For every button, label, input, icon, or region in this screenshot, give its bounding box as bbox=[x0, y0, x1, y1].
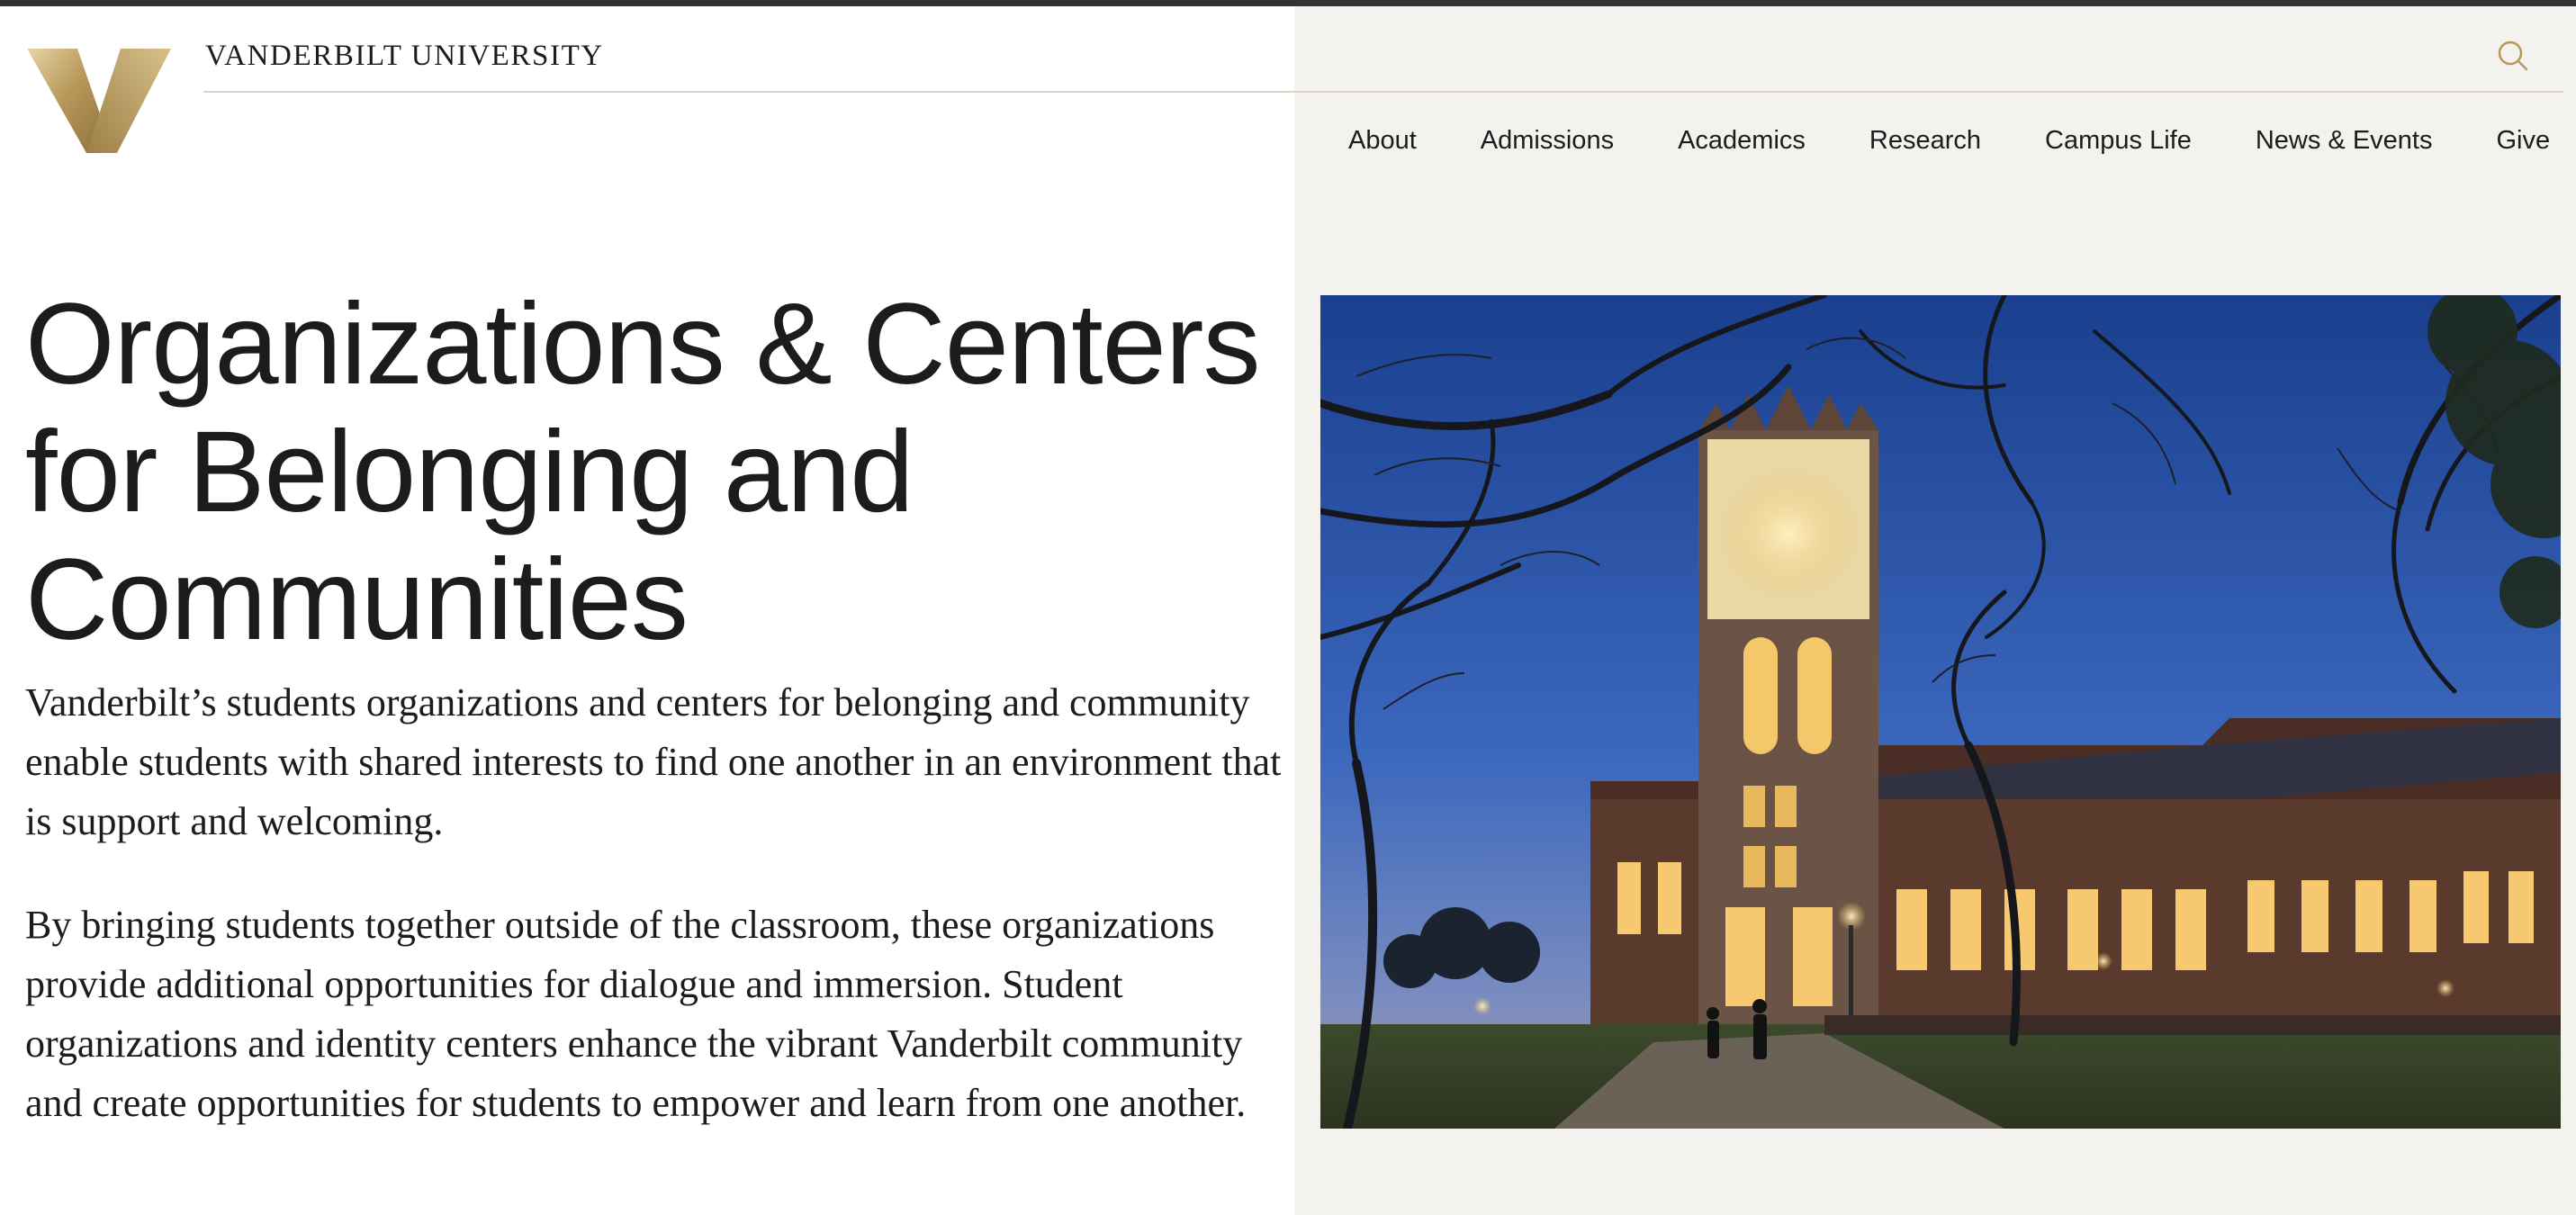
page-title: Organizations & Centers for Belonging an… bbox=[25, 281, 1294, 664]
nav-item-campus-life[interactable]: Campus Life bbox=[2045, 122, 2192, 158]
page-title-line: Organizations & Centers bbox=[25, 280, 1260, 409]
main-nav: About Admissions Academics Research Camp… bbox=[1348, 122, 2550, 158]
page-title-line: Communities bbox=[25, 536, 689, 664]
nav-item-admissions[interactable]: Admissions bbox=[1481, 122, 1614, 158]
university-wordmark[interactable]: VANDERBILT UNIVERSITY bbox=[205, 40, 604, 73]
intro-text: Vanderbilt’s students organizations and … bbox=[25, 673, 1285, 1177]
hero-image bbox=[1320, 295, 2561, 1129]
nav-item-about[interactable]: About bbox=[1348, 122, 1417, 158]
search-icon[interactable] bbox=[2495, 38, 2531, 74]
nav-item-academics[interactable]: Academics bbox=[1678, 122, 1806, 158]
nav-item-research[interactable]: Research bbox=[1869, 122, 1981, 158]
header-divider bbox=[203, 91, 2563, 93]
nav-item-give[interactable]: Give bbox=[2496, 122, 2550, 158]
top-bar bbox=[0, 0, 2576, 6]
intro-paragraph: By bringing students together outside of… bbox=[25, 903, 1247, 1125]
nav-item-news-events[interactable]: News & Events bbox=[2256, 122, 2433, 158]
vanderbilt-logo-icon[interactable] bbox=[27, 47, 171, 155]
page-title-line: for Belonging and bbox=[25, 408, 914, 536]
intro-paragraph: Vanderbilt’s students organizations and … bbox=[25, 680, 1282, 843]
